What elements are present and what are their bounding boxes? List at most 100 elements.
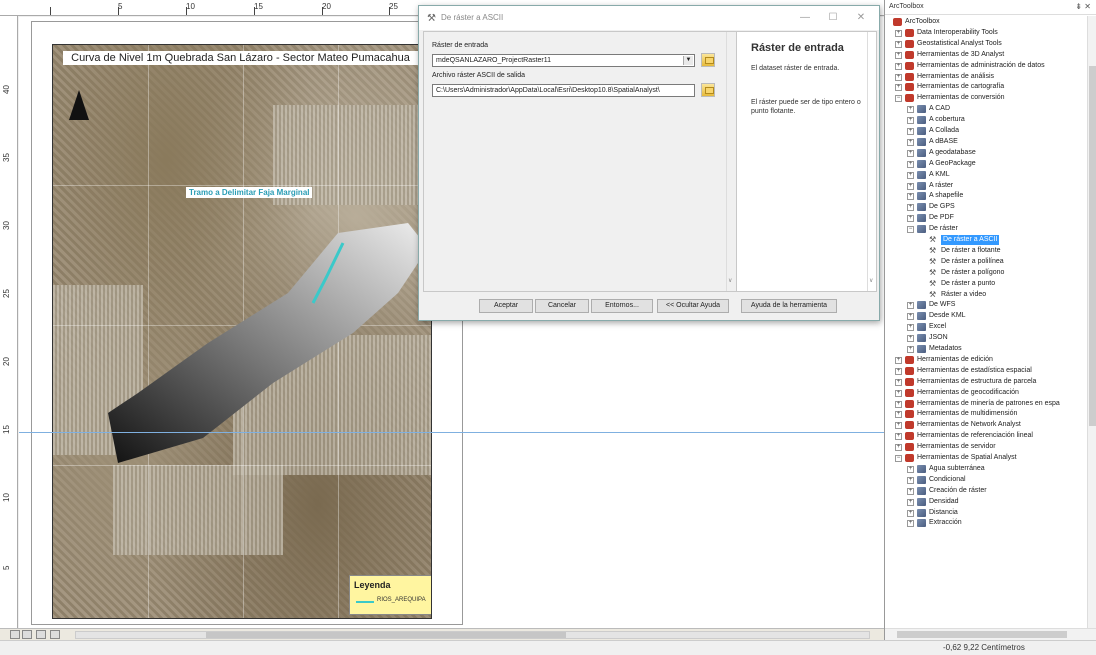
expand-icon[interactable]: + (895, 62, 902, 70)
expand-icon[interactable]: + (907, 138, 914, 146)
minimize-button[interactable]: — (795, 10, 815, 26)
tool-help-button[interactable]: Ayuda de la herramienta (741, 299, 837, 313)
expand-icon[interactable]: + (895, 84, 902, 92)
tree-item[interactable]: + Creación de ráster (887, 486, 1087, 496)
expand-icon[interactable]: + (895, 29, 902, 37)
tree-item[interactable]: + A Collada (887, 126, 1087, 136)
expand-icon[interactable]: + (907, 346, 914, 353)
expand-icon[interactable]: + (895, 356, 902, 364)
tree-item[interactable]: + Herramientas de servidor (887, 442, 1087, 452)
tree-item[interactable]: ⚒ De ráster a flotante (887, 246, 1087, 256)
expand-icon[interactable]: + (907, 171, 914, 179)
expand-icon[interactable]: + (907, 215, 914, 223)
parameters-scrollbar[interactable]: ∨ (726, 32, 735, 291)
tree-item[interactable]: + Herramientas de multidimensión (887, 409, 1087, 419)
tree-item[interactable]: ⚒ De ráster a punto (887, 279, 1087, 289)
chevron-down-icon[interactable]: ∨ (869, 277, 873, 284)
tree-item[interactable]: + Data Interoperability Tools (887, 28, 1087, 38)
tree-item[interactable]: + Excel (887, 322, 1087, 332)
expand-icon[interactable]: + (907, 106, 914, 114)
tree-item[interactable]: + Herramientas de cartografía (887, 82, 1087, 92)
map-data-frame[interactable]: Curva de Nivel 1m Quebrada San Lázaro - … (52, 44, 432, 619)
expand-icon[interactable]: + (895, 411, 902, 419)
expand-icon[interactable]: + (907, 182, 914, 190)
tree-item[interactable]: ⚒ De ráster a polilínea (887, 257, 1087, 267)
raster-input-dropdown[interactable]: mdeQSANLAZARO_ProjectRaster11 ▼ (432, 54, 695, 67)
tree-item[interactable]: ⚒ De ráster a polígono (887, 268, 1087, 278)
expand-icon[interactable]: + (907, 204, 914, 212)
expand-icon[interactable]: + (907, 313, 914, 321)
expand-icon[interactable]: + (895, 367, 902, 375)
guide-line[interactable] (19, 432, 884, 433)
layout-horizontal-scrollbar[interactable] (75, 631, 870, 639)
tree-item[interactable]: + Herramientas de administración de datos (887, 61, 1087, 71)
expand-icon[interactable]: + (907, 487, 914, 495)
tree-item[interactable]: + Desde KML (887, 311, 1087, 321)
tree-item[interactable]: + Herramientas de Network Analyst (887, 420, 1087, 430)
environments-button[interactable]: Entornos... (591, 299, 653, 313)
pause-icon[interactable] (50, 630, 60, 639)
expand-icon[interactable]: + (907, 324, 914, 332)
refresh-icon[interactable] (36, 630, 46, 639)
cancel-button[interactable]: Cancelar (535, 299, 589, 313)
expand-icon[interactable]: + (895, 40, 902, 48)
expand-icon[interactable]: + (895, 400, 902, 408)
tree-item[interactable]: + A CAD (887, 104, 1087, 114)
tree-item[interactable]: + A ráster (887, 181, 1087, 191)
tree-item[interactable]: + Herramientas de referenciación lineal (887, 431, 1087, 441)
tree-item[interactable]: + JSON (887, 333, 1087, 343)
layout-view-icon[interactable] (22, 630, 32, 639)
tree-item[interactable]: − De ráster (887, 224, 1087, 234)
tree-item[interactable]: + Herramientas de edición (887, 355, 1087, 365)
expand-icon[interactable]: + (895, 73, 902, 81)
expand-icon[interactable]: + (907, 302, 914, 310)
collapse-icon[interactable]: − (907, 226, 914, 234)
de-raster-a-ascii-dialog[interactable]: ⚒ De ráster a ASCII — ☐ ✕ Ráster de entr… (418, 5, 880, 321)
tree-item[interactable]: + Herramientas de minería de patrones en … (887, 399, 1087, 409)
tree-item[interactable]: ArcToolbox (887, 17, 1087, 27)
tree-item[interactable]: − Herramientas de Spatial Analyst (887, 453, 1087, 463)
expand-icon[interactable]: + (907, 498, 914, 506)
expand-icon[interactable]: + (895, 51, 902, 59)
expand-icon[interactable]: + (907, 149, 914, 157)
tree-item[interactable]: + Distancia (887, 508, 1087, 518)
tree-item[interactable]: + Geostatistical Analyst Tools (887, 39, 1087, 49)
accept-button[interactable]: Aceptar (479, 299, 533, 313)
tree-item[interactable]: + Metadatos (887, 344, 1087, 354)
tree-item[interactable]: + Herramientas de estadística espacial (887, 366, 1087, 376)
expand-icon[interactable]: + (907, 520, 914, 528)
browse-folder-icon[interactable] (701, 83, 715, 97)
expand-icon[interactable]: + (907, 476, 914, 484)
expand-icon[interactable]: + (907, 160, 914, 168)
close-button[interactable]: ✕ (851, 10, 871, 26)
collapse-icon[interactable]: − (895, 95, 902, 103)
expand-icon[interactable]: + (907, 117, 914, 125)
tree-item[interactable]: + De PDF (887, 213, 1087, 223)
tree-item[interactable]: + Condicional (887, 475, 1087, 485)
toolbox-vertical-scrollbar[interactable] (1087, 16, 1096, 628)
help-scrollbar[interactable]: ∨ (867, 32, 876, 291)
tree-item[interactable]: + De WFS (887, 300, 1087, 310)
tree-item[interactable]: + De GPS (887, 202, 1087, 212)
tree-item[interactable]: + Herramientas de análisis (887, 72, 1087, 82)
dialog-titlebar[interactable]: ⚒ De ráster a ASCII — ☐ ✕ (419, 6, 879, 30)
expand-icon[interactable]: + (907, 465, 914, 473)
tree-item[interactable]: + Herramientas de geocodificación (887, 388, 1087, 398)
toolbox-horizontal-scrollbar[interactable] (885, 628, 1096, 640)
pin-close-icon[interactable]: ⇟ ✕ (1075, 2, 1091, 11)
expand-icon[interactable]: + (895, 422, 902, 430)
expand-icon[interactable]: + (907, 335, 914, 343)
maximize-button[interactable]: ☐ (823, 10, 843, 26)
legend[interactable]: Leyenda RIOS_AREQUIPA (349, 575, 431, 615)
chevron-down-icon[interactable]: ▼ (683, 56, 693, 65)
tree-item[interactable]: + Herramientas de 3D Analyst (887, 50, 1087, 60)
arctoolbox-header[interactable]: ArcToolbox ⇟ ✕ (885, 0, 1096, 15)
collapse-icon[interactable]: − (895, 455, 902, 462)
tree-item[interactable]: + Agua subterránea (887, 464, 1087, 474)
data-view-icon[interactable] (10, 630, 20, 639)
expand-icon[interactable]: + (907, 193, 914, 201)
tree-item[interactable]: + A dBASE (887, 137, 1087, 147)
chevron-down-icon[interactable]: ∨ (728, 277, 732, 284)
tree-item[interactable]: + A KML (887, 170, 1087, 180)
tree-item[interactable]: ⚒ Ráster a video (887, 290, 1087, 300)
